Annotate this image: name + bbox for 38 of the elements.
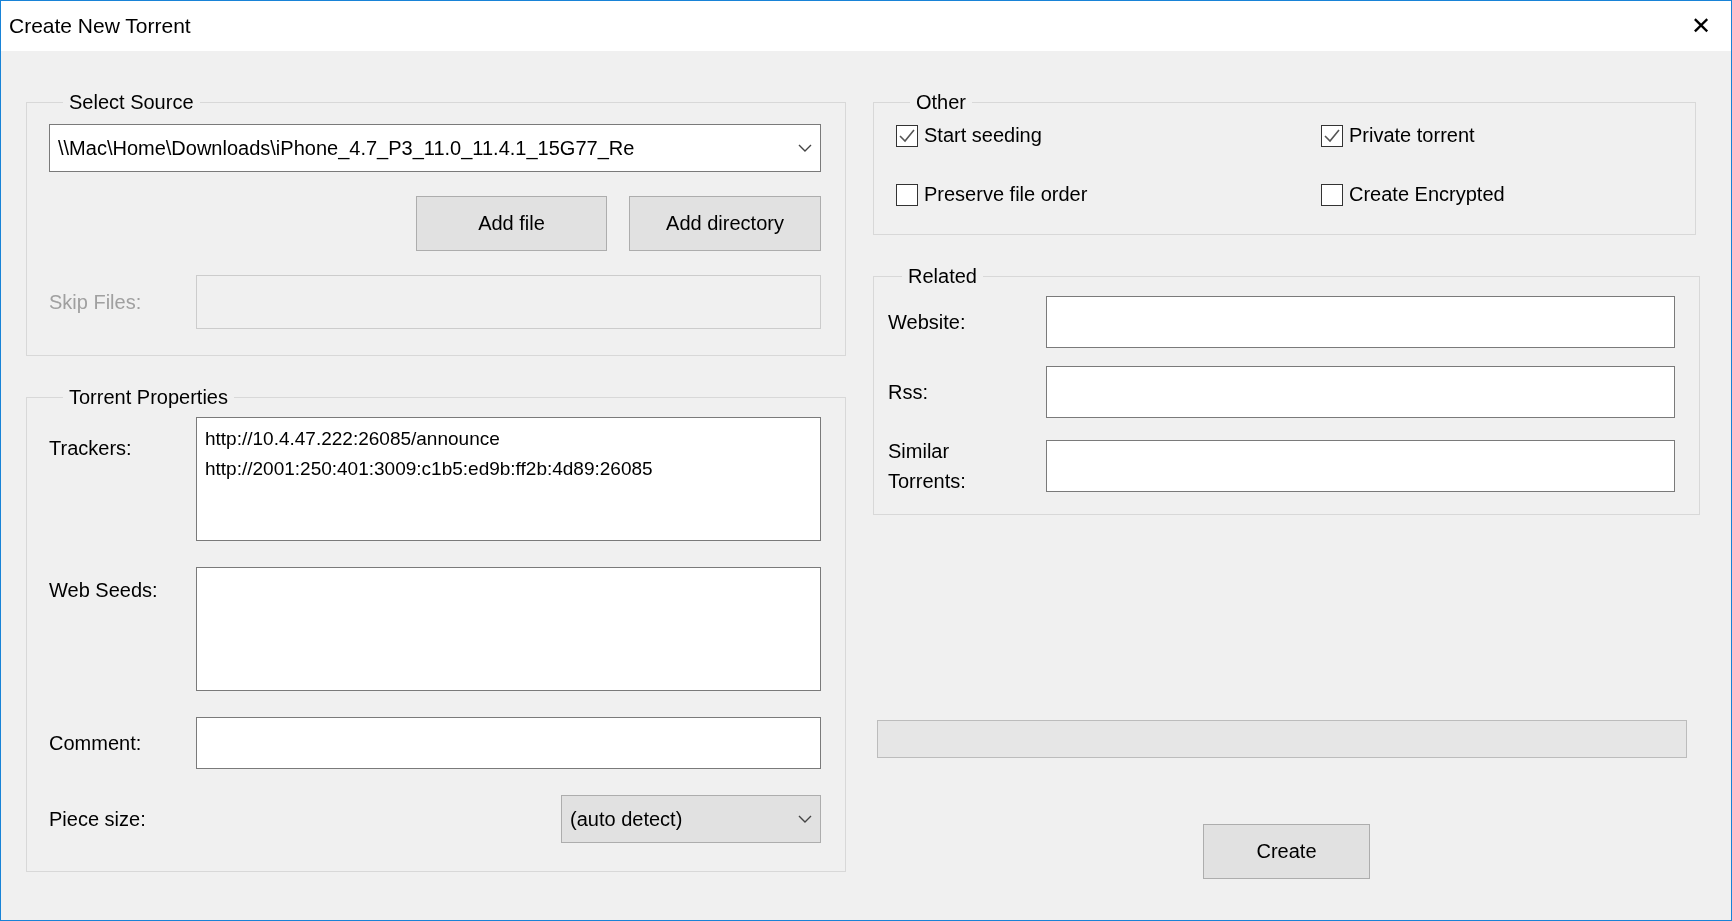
- checked-checkbox[interactable]: [896, 124, 918, 147]
- add-directory-button[interactable]: Add directory: [629, 196, 821, 251]
- chevron-down-icon: [798, 815, 812, 823]
- check-icon: [1324, 128, 1340, 143]
- checkbox-option[interactable]: Preserve file order: [896, 183, 1321, 206]
- source-dropdown[interactable]: \\Mac\Home\Downloads\iPhone_4.7_P3_11.0_11.4.1_15G77_Re: [49, 124, 821, 172]
- related-input-field[interactable]: [1046, 296, 1675, 348]
- trackers-field[interactable]: http://10.4.47.222:26085/announce http://2001:250:401:3009:c1b5:ed9b:ff2b:4d89:26085: [196, 417, 821, 541]
- related-field-label: Rss:: [888, 380, 929, 405]
- group-title: Torrent Properties: [68, 386, 229, 409]
- tracker-url: http://2001:250:401:3009:c1b5:ed9b:ff2b:4d89:26085: [205, 457, 654, 481]
- tracker-url: http://10.4.47.222:26085/announce: [205, 427, 501, 451]
- check-icon: [899, 128, 915, 143]
- group-title: Select Source: [68, 91, 195, 114]
- comment-label: Comment:: [49, 731, 143, 755]
- related-input-field[interactable]: [1046, 440, 1675, 492]
- related-field-label: Website:: [888, 310, 967, 335]
- create-button[interactable]: Create: [1203, 824, 1370, 879]
- checkbox[interactable]: [1321, 183, 1343, 206]
- checkbox-option[interactable]: Create Encrypted: [1321, 183, 1675, 206]
- checkbox-option[interactable]: Private torrent: [1321, 124, 1675, 147]
- add-file-button[interactable]: Add file: [416, 196, 607, 251]
- piece-size-dropdown[interactable]: (auto detect): [561, 795, 821, 843]
- skip-files-label: Skip Files:: [49, 290, 143, 314]
- window-title: Create New Torrent: [9, 14, 191, 38]
- related-input-field[interactable]: [1046, 366, 1675, 418]
- web-seeds-label: Web Seeds:: [49, 578, 159, 602]
- related-field-label: Similar Torrents:: [888, 439, 967, 494]
- group-title: Related: [907, 265, 978, 288]
- chevron-down-icon: [798, 144, 812, 152]
- checked-checkbox[interactable]: [1321, 124, 1343, 147]
- checkbox-option[interactable]: Start seeding: [896, 124, 1321, 147]
- checkbox[interactable]: [896, 183, 918, 206]
- trackers-label: Trackers:: [49, 436, 133, 460]
- piece-size-label: Piece size:: [49, 807, 147, 831]
- group-title: Other: [915, 91, 968, 114]
- comment-field[interactable]: [196, 717, 821, 769]
- web-seeds-field[interactable]: [196, 567, 821, 691]
